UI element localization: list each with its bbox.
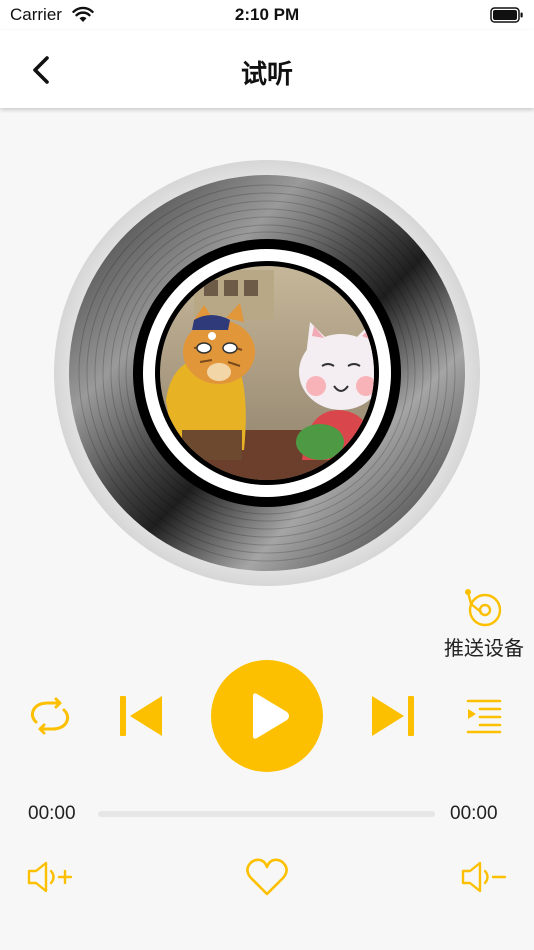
progress-bar[interactable] (98, 811, 435, 817)
status-time: 2:10 PM (234, 5, 300, 24)
skip-previous-icon[interactable] (118, 694, 164, 738)
nav-bar: 试听 (0, 30, 534, 108)
push-device-button[interactable]: 推送设备 (436, 588, 532, 662)
vinyl-record-artwork (54, 160, 480, 586)
total-time: 00:00 (450, 803, 498, 824)
page-title: 试听 (240, 59, 293, 89)
skip-next-icon[interactable] (370, 694, 416, 738)
status-bar: Carrier 2:10 PM (0, 0, 534, 30)
record-player-icon (465, 589, 502, 627)
current-time: 00:00 (28, 803, 76, 824)
playlist-icon[interactable] (466, 698, 502, 734)
heart-icon[interactable] (245, 856, 289, 898)
battery-full-icon (490, 7, 523, 23)
play-icon (253, 693, 289, 739)
volume-down-icon[interactable] (460, 859, 508, 895)
push-device-label: 推送设备 (444, 638, 524, 660)
repeat-icon[interactable] (26, 696, 74, 736)
play-button[interactable] (211, 660, 323, 772)
volume-up-icon[interactable] (26, 859, 74, 895)
